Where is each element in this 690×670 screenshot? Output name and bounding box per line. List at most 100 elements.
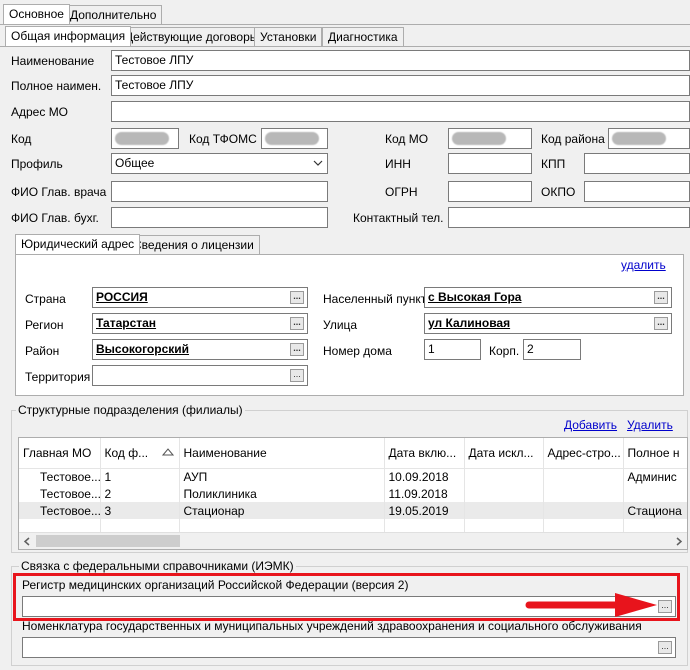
table-row[interactable]: Тестовое... 2 Поликлиника 11.09.2018	[19, 485, 687, 502]
column-header[interactable]: Адрес-стро...	[543, 438, 624, 469]
mo-code-field[interactable]	[448, 128, 532, 149]
branches-title: Структурные подразделения (филиалы)	[16, 403, 245, 417]
ogrn-field[interactable]	[448, 181, 532, 202]
tab-license-info[interactable]: Сведения о лицензии	[127, 235, 260, 254]
address-label: Адрес МО	[11, 105, 69, 119]
house-field[interactable]: 1	[424, 339, 481, 360]
tab-general-info[interactable]: Общая информация	[5, 26, 132, 46]
column-header[interactable]: Полное н	[623, 438, 687, 469]
table-cell: Стационар	[179, 502, 385, 519]
table-cell: 1	[100, 468, 180, 485]
table-cell: 3	[100, 502, 180, 519]
table-cell: Тестовое...	[19, 485, 101, 502]
table-header-row: Главная МО Код ф... Наименование Дата вк…	[19, 438, 687, 469]
country-field[interactable]: РОССИЯ...	[92, 287, 308, 308]
table-cell: 11.09.2018	[384, 485, 465, 502]
tfoms-field[interactable]	[261, 128, 328, 149]
address-field[interactable]	[111, 101, 690, 122]
country-lookup-button[interactable]: ...	[290, 291, 304, 304]
column-header[interactable]: Наименование	[179, 438, 385, 469]
phone-label: Контактный тел.	[353, 211, 444, 225]
tab-legal-address[interactable]: Юридический адрес	[15, 234, 141, 254]
tab-additional[interactable]: Дополнительно	[64, 5, 163, 24]
delete-branch-link[interactable]: Удалить	[627, 418, 673, 432]
scroll-left-icon[interactable]	[23, 537, 31, 546]
registry-label: Регистр медицинских организаций Российск…	[22, 578, 409, 592]
phone-field[interactable]	[448, 207, 690, 228]
table-cell: Поликлиника	[179, 485, 385, 502]
address-delete-link[interactable]: удалить	[621, 258, 666, 272]
accountant-label: ФИО Глав. бухг.	[11, 211, 99, 225]
fullname-field[interactable]: Тестовое ЛПУ	[111, 75, 690, 96]
sort-ascending-icon	[161, 448, 174, 456]
table-cell: Тестовое...	[19, 468, 101, 485]
building-field[interactable]: 2	[523, 339, 581, 360]
name-field[interactable]: Тестовое ЛПУ	[111, 50, 690, 71]
street-field[interactable]: ул Калиновая...	[424, 313, 672, 334]
kpp-label: КПП	[541, 157, 566, 171]
settlement-field[interactable]: с Высокая Гора...	[424, 287, 672, 308]
district-label: Район	[25, 344, 60, 358]
table-cell: Стациона	[623, 502, 687, 519]
settlement-lookup-button[interactable]: ...	[654, 291, 668, 304]
scroll-right-icon[interactable]	[675, 537, 683, 546]
table-row-selected[interactable]: Тестовое... 3 Стационар 19.05.2019 Стаци…	[19, 502, 687, 519]
redacted-value	[452, 132, 506, 145]
profile-value: Общее	[115, 156, 155, 170]
tfoms-label: Код ТФОМС	[189, 132, 257, 146]
region-lookup-button[interactable]: ...	[290, 317, 304, 330]
tab-diagnostics[interactable]: Диагностика	[322, 27, 404, 46]
profile-label: Профиль	[11, 157, 63, 171]
column-header[interactable]: Код ф...	[100, 438, 180, 469]
kpp-field[interactable]	[584, 153, 690, 174]
horizontal-scrollbar[interactable]	[19, 532, 687, 549]
district-code-field[interactable]	[608, 128, 690, 149]
nomenclature-label: Номенклатура государственных и муниципал…	[22, 619, 642, 633]
federal-title: Связка с федеральными справочниками (ИЭМ…	[19, 559, 296, 573]
territory-field[interactable]: ...	[92, 365, 308, 386]
inn-field[interactable]	[448, 153, 532, 174]
accountant-field[interactable]	[111, 207, 328, 228]
table-cell: Тестовое...	[19, 502, 101, 519]
table-cell	[623, 485, 687, 502]
column-header[interactable]: Дата вклю...	[384, 438, 465, 469]
tab-settings[interactable]: Установки	[254, 27, 323, 46]
street-label: Улица	[323, 318, 358, 332]
district-field[interactable]: Высокогорский...	[92, 339, 308, 360]
region-field[interactable]: Татарстан...	[92, 313, 308, 334]
name-label: Наименование	[11, 54, 95, 68]
building-label: Корп.	[489, 344, 520, 358]
column-header[interactable]: Дата искл...	[464, 438, 544, 469]
table-cell: АУП	[179, 468, 385, 485]
code-field[interactable]	[111, 128, 179, 149]
tab-main[interactable]: Основное	[3, 4, 70, 24]
scrollbar-thumb[interactable]	[36, 535, 180, 547]
street-lookup-button[interactable]: ...	[654, 317, 668, 330]
ogrn-label: ОГРН	[385, 185, 418, 199]
nomenclature-lookup-button[interactable]: ...	[658, 641, 672, 654]
table-cell	[543, 502, 624, 519]
territory-lookup-button[interactable]: ...	[290, 369, 304, 382]
nomenclature-field[interactable]: ...	[22, 637, 676, 658]
table-cell: Админис	[623, 468, 687, 485]
country-label: Страна	[25, 292, 66, 306]
head-label: ФИО Глав. врача	[11, 185, 107, 199]
tab-contracts[interactable]: Действующие договоры	[119, 27, 265, 46]
settlement-label: Населенный пункт	[323, 292, 427, 306]
table-cell	[543, 468, 624, 485]
table-cell: 10.09.2018	[384, 468, 465, 485]
okpo-field[interactable]	[584, 181, 690, 202]
registry-lookup-button[interactable]: ...	[658, 600, 672, 613]
profile-select[interactable]: Общее	[111, 153, 328, 174]
table-row[interactable]: Тестовое... 1 АУП 10.09.2018 Админис	[19, 468, 687, 485]
head-field[interactable]	[111, 181, 328, 202]
column-header[interactable]: Главная МО	[19, 438, 101, 469]
okpo-label: ОКПО	[541, 185, 576, 199]
district-lookup-button[interactable]: ...	[290, 343, 304, 356]
house-label: Номер дома	[323, 344, 392, 358]
redacted-value	[115, 132, 169, 145]
add-branch-link[interactable]: Добавить	[564, 418, 617, 432]
table-cell	[464, 468, 544, 485]
branches-table: Главная МО Код ф... Наименование Дата вк…	[19, 438, 687, 536]
branches-table-container: Главная МО Код ф... Наименование Дата вк…	[18, 437, 688, 550]
